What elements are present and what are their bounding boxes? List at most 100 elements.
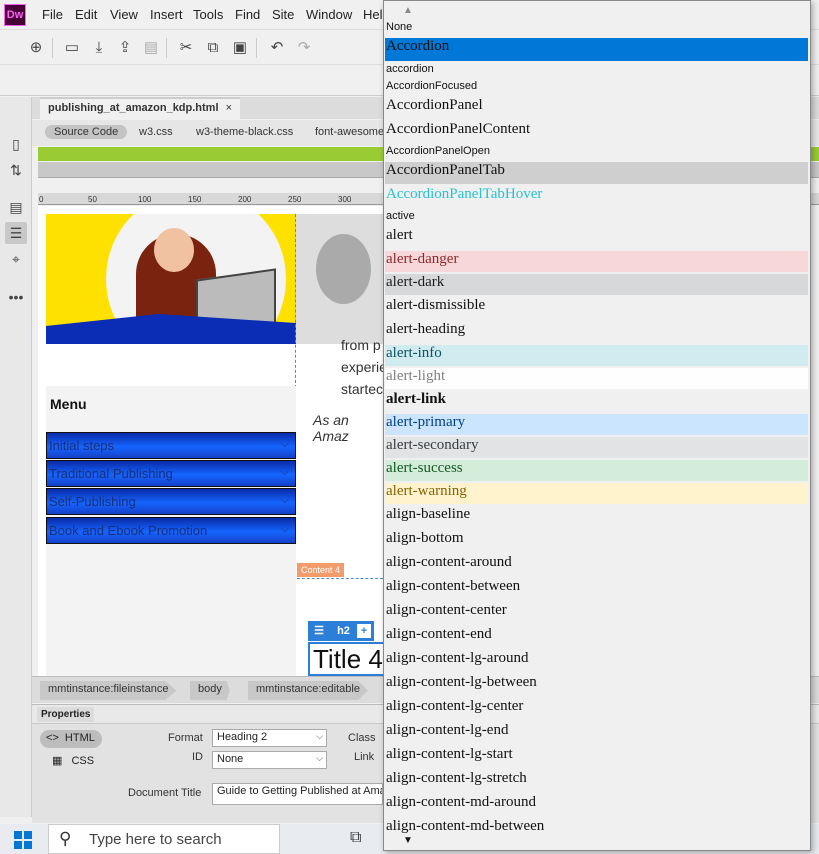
class-option-active[interactable]: active (385, 210, 808, 225)
tag-crumb-body[interactable]: body (190, 681, 230, 700)
class-option-align-content-md-around[interactable]: align-content-md-around (385, 794, 808, 816)
tag-crumb-fileinstance[interactable]: mmtinstance:fileinstance (40, 681, 177, 700)
new-file-icon[interactable]: ⊕ (26, 38, 46, 58)
document-title-input[interactable]: Guide to Getting Published at Ama (212, 783, 383, 805)
class-option-align-content-md-between[interactable]: align-content-md-between (385, 818, 808, 840)
close-icon[interactable]: × (226, 102, 232, 114)
windows-start-icon[interactable] (14, 831, 32, 849)
scroll-up-icon[interactable]: ▲ (403, 5, 413, 16)
add-class-button[interactable]: + (356, 624, 371, 638)
menu-file[interactable]: File (42, 7, 63, 22)
class-option-accordionfocused[interactable]: AccordionFocused (385, 80, 808, 95)
class-option-alert-link[interactable]: alert-link (385, 391, 808, 412)
put-icon[interactable]: ⇪ (115, 38, 135, 58)
accordion-label: Initial steps (49, 438, 115, 453)
class-option-align-bottom[interactable]: align-bottom (385, 530, 808, 552)
class-option-alert-secondary[interactable]: alert-secondary (385, 437, 808, 458)
menu-site[interactable]: Site (272, 7, 294, 22)
menu-edit[interactable]: Edit (75, 7, 97, 22)
class-option-alert-light[interactable]: alert-light (385, 368, 808, 389)
redo-icon[interactable]: ↷ (294, 38, 314, 58)
scroll-down-icon[interactable]: ▼ (403, 835, 413, 846)
related-file-w3-css[interactable]: w3.css (130, 125, 182, 139)
class-option-accordionpanelcontent[interactable]: AccordionPanelContent (385, 121, 808, 143)
class-option-align-content-around[interactable]: align-content-around (385, 554, 808, 576)
dreamweaver-window: Dw File Edit View Insert Tools Find Site… (0, 0, 819, 854)
sort-icon[interactable]: ⇅ (5, 159, 27, 181)
link-label: Link (354, 751, 375, 763)
class-option-none[interactable]: None (385, 21, 808, 36)
class-option-align-content-end[interactable]: align-content-end (385, 626, 808, 648)
related-file-source-code[interactable]: Source Code (45, 125, 128, 139)
document-tab[interactable]: publishing_at_amazon_kdp.html × (40, 97, 241, 119)
class-option-accordion[interactable]: Accordion (385, 38, 808, 61)
css-mode-button[interactable]: ▦ CSS (52, 754, 94, 767)
class-option-align-baseline[interactable]: align-baseline (385, 506, 808, 528)
target-icon[interactable]: ⌖ (5, 248, 27, 270)
class-option-alert[interactable]: alert (385, 227, 808, 249)
class-option-align-content-lg-start[interactable]: align-content-lg-start (385, 746, 808, 768)
copy-icon[interactable]: ⧉ (203, 38, 223, 58)
accordion-traditional-publishing[interactable]: Traditional Publishing ⌵ (46, 460, 296, 487)
class-option-alert-warning[interactable]: alert-warning (385, 483, 808, 504)
class-option-accordionpaneltab[interactable]: AccordionPanelTab (385, 162, 808, 184)
open-icon[interactable]: ▭ (62, 38, 82, 58)
class-option-align-content-lg-end[interactable]: align-content-lg-end (385, 722, 808, 744)
class-option-align-content-lg-stretch[interactable]: align-content-lg-stretch (385, 770, 808, 792)
html-mode-button[interactable]: <> HTML (40, 730, 102, 748)
class-option-align-content-center[interactable]: align-content-center (385, 602, 808, 624)
hero-face-shape (154, 228, 194, 272)
class-option-alert-info[interactable]: alert-info (385, 345, 808, 366)
menu-tools[interactable]: Tools (193, 7, 223, 22)
class-option-align-content-between[interactable]: align-content-between (385, 578, 808, 600)
get-icon[interactable]: ⤓ (89, 38, 109, 58)
taskbar-search[interactable]: ⚲ Type here to search (48, 824, 280, 854)
paste-icon[interactable]: ▣ (230, 38, 250, 58)
editable-region-label[interactable]: Content 4 (297, 563, 345, 577)
properties-tab[interactable]: Properties (37, 707, 95, 722)
dom-panel-icon[interactable]: ☰ (5, 222, 27, 244)
related-file-font-awesome[interactable]: font-awesome (306, 125, 393, 139)
print-icon[interactable]: ▤ (141, 38, 161, 58)
document-tab-title: publishing_at_amazon_kdp.html (48, 102, 219, 114)
class-option-accordionpanel[interactable]: AccordionPanel (385, 97, 808, 119)
related-file-w3-theme-black[interactable]: w3-theme-black.css (187, 125, 302, 139)
accordion-label: Traditional Publishing (49, 466, 173, 481)
class-option-alert-danger[interactable]: alert-danger (385, 251, 808, 272)
element-hud[interactable]: ☰ h2 + (308, 621, 374, 641)
tag-crumb-editable[interactable]: mmtinstance:editable (248, 681, 368, 700)
class-dropdown-list[interactable]: ▲ None Accordion accordion AccordionFocused… (383, 0, 811, 851)
class-option-alert-dismissible[interactable]: alert-dismissible (385, 297, 808, 319)
format-select[interactable]: Heading 2 ⌵ (212, 729, 327, 747)
class-option-alert-success[interactable]: alert-success (385, 460, 808, 481)
menu-window[interactable]: Window (306, 7, 352, 22)
hamburger-icon[interactable]: ☰ (308, 621, 330, 641)
class-option-accordionpanelopen[interactable]: AccordionPanelOpen (385, 145, 808, 160)
file-icon[interactable]: ▯ (5, 133, 27, 155)
undo-icon[interactable]: ↶ (267, 38, 287, 58)
design-canvas[interactable]: from p experie startec As an Amaz Menu I… (38, 206, 383, 676)
selected-heading[interactable]: Title 4 (308, 642, 383, 676)
menu-help[interactable]: Hel (363, 7, 383, 22)
class-option-accordionpaneltabhover[interactable]: AccordionPanelTabHover (385, 186, 808, 208)
menu-find[interactable]: Find (235, 7, 260, 22)
article-line: experie (341, 359, 383, 375)
id-select[interactable]: None ⌵ (212, 751, 327, 769)
class-option-align-content-lg-around[interactable]: align-content-lg-around (385, 650, 808, 672)
more-icon[interactable]: ••• (5, 286, 27, 308)
menu-view[interactable]: View (110, 7, 138, 22)
class-option-align-content-lg-between[interactable]: align-content-lg-between (385, 674, 808, 696)
class-option-align-content-lg-center[interactable]: align-content-lg-center (385, 698, 808, 720)
class-option-accordion[interactable]: accordion (385, 63, 808, 78)
class-option-alert-primary[interactable]: alert-primary (385, 414, 808, 435)
inspect-icon[interactable]: ▤ (5, 196, 27, 218)
accordion-self-publishing[interactable]: Self-Publishing ⌵ (46, 488, 296, 515)
task-view-icon[interactable]: ⧉ (350, 829, 361, 847)
menu-insert[interactable]: Insert (150, 7, 183, 22)
class-option-alert-heading[interactable]: alert-heading (385, 321, 808, 343)
accordion-book-promotion[interactable]: Book and Ebook Promotion ⌵ (46, 517, 296, 544)
accordion-initial-steps[interactable]: Initial steps ⌵ (46, 432, 296, 459)
chevron-down-icon: ⌵ (316, 753, 323, 763)
cut-icon[interactable]: ✂ (176, 38, 196, 58)
class-option-alert-dark[interactable]: alert-dark (385, 274, 808, 295)
